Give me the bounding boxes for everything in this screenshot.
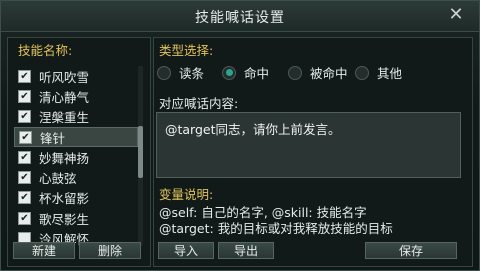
delete-button[interactable]: 删除	[79, 242, 141, 259]
checkbox[interactable]: ✔	[18, 211, 31, 225]
radio-icon[interactable]	[157, 65, 171, 80]
skill-shout-settings-window: 技能喊话设置 ✕ 技能名称: ✔ 听风吹雪 ✔ 清心静气 ✔ 涅槃重生 ✔ 锋针 ✔ 妙舞…	[0, 0, 480, 271]
checkbox[interactable]: ✔	[18, 69, 31, 83]
checkbox[interactable]: ✔	[18, 191, 31, 205]
skill-list-panel: 技能名称: ✔ 听风吹雪 ✔ 清心静气 ✔ 涅槃重生 ✔ 锋针 ✔ 妙舞神扬 ✔ 心鼓弦 ✔…	[7, 37, 151, 267]
skill-label: 妙舞神扬	[39, 150, 90, 166]
skill-label: 歌尽影生	[39, 211, 90, 227]
radio-icon[interactable]	[288, 65, 302, 80]
radio-label: 命中	[244, 66, 270, 81]
skill-list: ✔ 听风吹雪 ✔ 清心静气 ✔ 涅槃重生 ✔ 锋针 ✔ 妙舞神扬 ✔ 心鼓弦 ✔ 杯水留影 ✔…	[14, 66, 138, 246]
skill-list-title: 技能名称:	[18, 43, 73, 58]
var-line-2: @target: 我的目标或对我释放技能的目标	[159, 221, 393, 236]
checkbox[interactable]: ✔	[18, 171, 31, 185]
window-title: 技能喊话设置	[195, 10, 285, 26]
vars-label: 变量说明:	[159, 187, 214, 202]
content-label: 对应喊话内容:	[159, 96, 239, 111]
radio-be-hit[interactable]: 被命中	[288, 63, 348, 82]
skill-label: 涅槃重生	[39, 110, 90, 126]
list-item[interactable]: ✔ 清心静气	[14, 86, 138, 106]
skill-label: 锋针	[40, 130, 66, 146]
skill-label: 心鼓弦	[39, 171, 77, 187]
radio-label: 其他	[377, 66, 403, 81]
type-label: 类型选择:	[159, 43, 214, 58]
radio-other[interactable]: 其他	[355, 63, 402, 82]
scrollbar-thumb[interactable]	[138, 126, 143, 178]
import-button[interactable]: 导入	[158, 242, 214, 259]
list-item[interactable]: ✔ 歌尽影生	[14, 208, 138, 228]
export-button[interactable]: 导出	[218, 242, 274, 259]
list-item-selected[interactable]: ✔ 锋针	[14, 126, 138, 148]
radio-icon[interactable]	[355, 65, 369, 80]
skill-label: 清心静气	[39, 89, 90, 105]
checkbox[interactable]: ✔	[18, 150, 31, 164]
radio-label: 被命中	[310, 66, 348, 81]
close-icon[interactable]: ✕	[447, 5, 465, 25]
title-bar: 技能喊话设置 ✕	[1, 1, 479, 32]
shout-content-input[interactable]: @target同志，请你上前发言。	[156, 112, 461, 178]
checkbox[interactable]: ✔	[18, 89, 31, 103]
skill-label: 听风吹雪	[39, 69, 90, 85]
list-item[interactable]: ✔ 涅槃重生	[14, 107, 138, 127]
skill-label: 杯水留影	[39, 191, 90, 207]
checkbox[interactable]: ✔	[19, 130, 32, 144]
list-item[interactable]: ✔ 听风吹雪	[14, 66, 138, 86]
save-button[interactable]: 保存	[365, 242, 457, 259]
list-item[interactable]: ✔ 杯水留影	[14, 188, 138, 208]
checkbox[interactable]: ✔	[18, 110, 31, 124]
list-item[interactable]: ✔ 妙舞神扬	[14, 147, 138, 167]
list-item[interactable]: ✔ 心鼓弦	[14, 167, 138, 187]
new-button[interactable]: 新建	[13, 242, 75, 259]
radio-hit[interactable]: 命中	[222, 63, 269, 82]
radio-cast[interactable]: 读条	[157, 63, 204, 82]
radio-selected-icon[interactable]	[222, 65, 236, 80]
radio-label: 读条	[179, 66, 205, 81]
